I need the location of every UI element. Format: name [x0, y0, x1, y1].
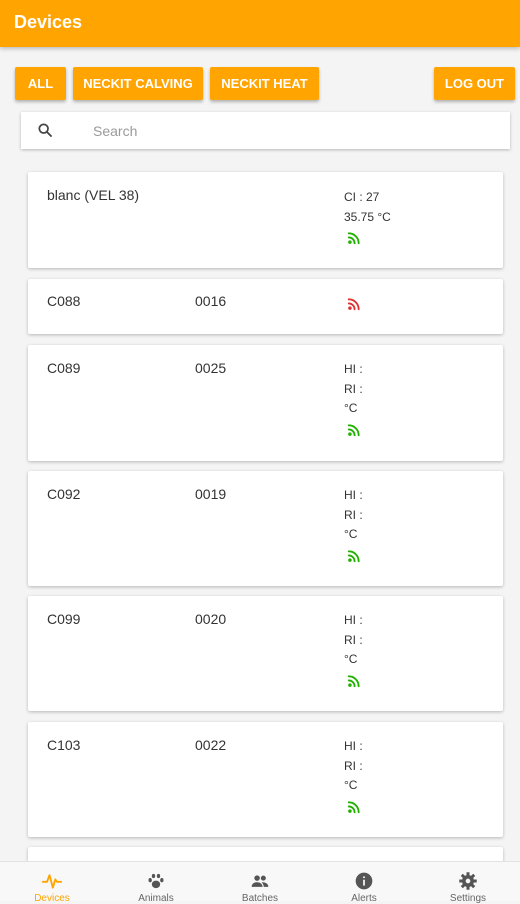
- logout-button[interactable]: LOG OUT: [434, 67, 515, 100]
- neckit-heat-filter-button[interactable]: NECKIT HEAT: [210, 67, 319, 100]
- device-reading: RI :: [344, 381, 363, 396]
- device-readings: HI : RI : °C: [344, 486, 363, 545]
- device-readings: HI : RI : °C: [344, 737, 363, 796]
- device-reading: RI :: [344, 632, 363, 647]
- nav-tab-devices[interactable]: Devices: [0, 862, 104, 904]
- signal-icon: [347, 232, 360, 245]
- device-reading: CI : 27: [344, 190, 380, 204]
- signal-icon: [347, 298, 360, 311]
- device-serial: 0019: [195, 486, 227, 502]
- nav-tab-animals[interactable]: Animals: [104, 862, 208, 904]
- device-readings: CI : 27 35.75 °C: [344, 188, 391, 227]
- pulse-icon: [42, 874, 62, 889]
- info-icon: [355, 872, 373, 890]
- device-serial: 0025: [195, 360, 227, 376]
- all-filter-button[interactable]: ALL: [15, 67, 66, 100]
- page-title: Devices: [14, 12, 83, 32]
- device-name: C088: [47, 293, 81, 309]
- device-name: C099: [47, 611, 81, 627]
- search-icon: [38, 123, 52, 137]
- device-reading: HI :: [344, 362, 363, 376]
- gear-icon: [459, 872, 477, 890]
- nav-tab-label: Alerts: [351, 893, 377, 904]
- device-card[interactable]: blanc (VEL 38) CI : 27 35.75 °C: [28, 172, 503, 268]
- device-readings: HI : RI : °C: [344, 360, 363, 419]
- device-readings: HI : RI : °C: [344, 611, 363, 670]
- paw-icon: [148, 873, 164, 889]
- device-card[interactable]: C103 0022 HI : RI : °C: [28, 722, 503, 837]
- device-reading: RI :: [344, 758, 363, 773]
- device-card[interactable]: C089 0025 HI : RI : °C: [28, 345, 503, 461]
- search-bar: [21, 112, 510, 149]
- app-bar: Devices: [0, 0, 520, 47]
- bottom-navigation: Devices Animals Batches Alerts Settings: [0, 861, 520, 904]
- search-input[interactable]: [91, 118, 495, 144]
- signal-icon: [347, 550, 360, 563]
- device-serial: 0022: [195, 737, 227, 753]
- nav-tab-label: Settings: [449, 893, 487, 904]
- neckit-calving-filter-button[interactable]: NECKIT CALVING: [73, 67, 203, 100]
- nav-tab-label: Batches: [241, 893, 279, 904]
- device-reading: RI :: [344, 507, 363, 522]
- nav-tab-label: Devices: [34, 893, 70, 904]
- device-reading: 35.75 °C: [344, 209, 391, 224]
- device-card[interactable]: C088 0016: [28, 279, 503, 334]
- device-reading: °C: [344, 652, 358, 666]
- device-reading: °C: [344, 401, 358, 415]
- signal-icon: [347, 801, 360, 814]
- device-name: C089: [47, 360, 81, 376]
- nav-tab-batches[interactable]: Batches: [208, 862, 312, 904]
- nav-tab-label: Animals: [138, 893, 174, 904]
- device-card[interactable]: C092 0019 HI : RI : °C: [28, 471, 503, 586]
- signal-icon: [347, 424, 360, 437]
- device-reading: HI :: [344, 739, 363, 753]
- device-serial: 0020: [195, 611, 227, 627]
- device-name: C092: [47, 486, 81, 502]
- device-reading: °C: [344, 527, 358, 541]
- device-card[interactable]: C099 0020 HI : RI : °C: [28, 596, 503, 711]
- signal-icon: [347, 675, 360, 688]
- device-reading: HI :: [344, 613, 363, 627]
- group-icon: [251, 875, 269, 887]
- device-name: C103: [47, 737, 81, 753]
- device-reading: HI :: [344, 488, 363, 502]
- nav-tab-alerts[interactable]: Alerts: [312, 862, 416, 904]
- device-reading: °C: [344, 778, 358, 792]
- device-serial: 0016: [195, 293, 227, 309]
- nav-tab-settings[interactable]: Settings: [416, 862, 520, 904]
- device-name: blanc (VEL 38): [47, 187, 140, 203]
